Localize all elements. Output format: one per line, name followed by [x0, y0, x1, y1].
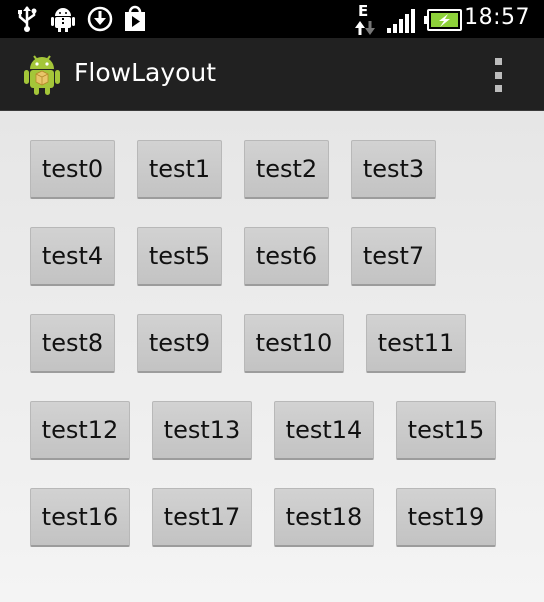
action-bar: FlowLayout	[0, 38, 544, 111]
tag-button-test4[interactable]: test4	[30, 227, 115, 286]
android-debug-icon	[51, 8, 75, 32]
battery-charging-icon	[424, 9, 462, 31]
tag-button-test14[interactable]: test14	[274, 401, 374, 460]
tag-button-test7[interactable]: test7	[351, 227, 436, 286]
tag-button-test12[interactable]: test12	[30, 401, 130, 460]
overflow-menu-icon[interactable]	[492, 58, 504, 92]
tag-button-test9[interactable]: test9	[137, 314, 222, 373]
overflow-dot	[494, 71, 502, 79]
data-activity-icon: E	[354, 2, 378, 36]
play-store-icon	[125, 5, 145, 31]
tag-button-test16[interactable]: test16	[30, 488, 130, 547]
tag-button-test3[interactable]: test3	[351, 140, 436, 199]
status-bar: E 18:57	[0, 0, 544, 38]
signal-icon	[387, 9, 415, 33]
tag-button-test2[interactable]: test2	[244, 140, 329, 199]
tag-button-test11[interactable]: test11	[366, 314, 466, 373]
tag-button-test19[interactable]: test19	[396, 488, 496, 547]
tag-button-test10[interactable]: test10	[244, 314, 344, 373]
overflow-dot	[494, 85, 502, 92]
tag-button-test1[interactable]: test1	[137, 140, 222, 199]
tag-button-test6[interactable]: test6	[244, 227, 329, 286]
flow-layout: test0 test1 test2 test3 test4 test5 test…	[0, 111, 544, 602]
download-icon	[87, 6, 113, 32]
android-robot-icon[interactable]	[22, 52, 62, 96]
overflow-dot	[494, 58, 502, 65]
tag-button-test13[interactable]: test13	[152, 401, 252, 460]
tag-button-test18[interactable]: test18	[274, 488, 374, 547]
tag-button-test0[interactable]: test0	[30, 140, 115, 199]
app-title: FlowLayout	[74, 58, 217, 87]
tag-button-test8[interactable]: test8	[30, 314, 115, 373]
tag-button-test15[interactable]: test15	[396, 401, 496, 460]
tag-button-test17[interactable]: test17	[152, 488, 252, 547]
clock: 18:57	[464, 5, 530, 30]
network-type-label: E	[358, 2, 369, 20]
tag-button-test5[interactable]: test5	[137, 227, 222, 286]
usb-icon	[18, 6, 37, 32]
